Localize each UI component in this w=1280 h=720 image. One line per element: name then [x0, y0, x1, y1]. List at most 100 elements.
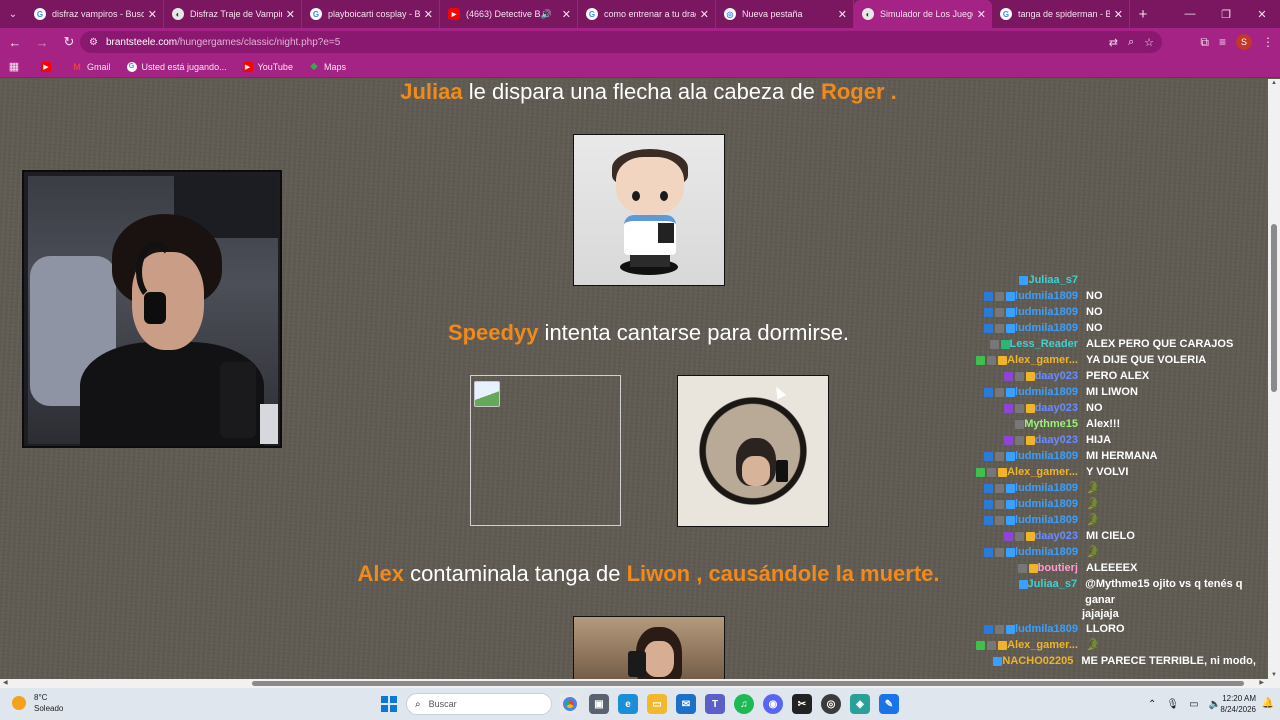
back-button[interactable]: ← — [3, 30, 27, 54]
chat-username[interactable]: Juliaa_s7 — [1028, 272, 1078, 288]
chat-username[interactable]: daay023 — [1035, 400, 1078, 416]
bookmark-star-icon[interactable]: ☆ — [1144, 36, 1154, 49]
chat-username[interactable]: ludmila1809 — [1015, 448, 1078, 464]
tab-6[interactable]: ◎ Nueva pestaña ✕ — [716, 0, 854, 28]
weather-widget[interactable]: 8°C Soleado — [12, 692, 63, 714]
volume-tray-icon[interactable]: 🔈 — [1209, 699, 1221, 710]
vertical-scrollbar[interactable]: ▲ ▼ — [1268, 79, 1280, 679]
speaker-icon[interactable]: 🔊 — [541, 9, 552, 20]
bookmark-gmail[interactable]: M Gmail — [72, 62, 110, 72]
close-tab-icon[interactable]: ✕ — [286, 8, 295, 21]
chat-username[interactable]: Alex_gamer... — [1007, 464, 1078, 480]
tab-8[interactable]: Gtanga de spiderman - Buscar ✕ — [992, 0, 1130, 28]
chat-username[interactable]: ludmila1809 — [1015, 621, 1078, 637]
site-info-icon[interactable]: ⚙ — [89, 37, 98, 48]
close-tab-icon[interactable]: ✕ — [148, 8, 157, 21]
chat-username[interactable]: Alex_gamer... — [1007, 352, 1078, 368]
horizontal-scrollbar[interactable]: ◀ ▶ — [0, 679, 1280, 688]
close-window-button[interactable]: ✕ — [1244, 0, 1280, 28]
extensions-icon[interactable]: ⧉ — [1200, 35, 1209, 50]
chat-username[interactable]: ludmila1809 — [1015, 480, 1078, 496]
close-tab-icon[interactable]: ✕ — [700, 8, 709, 21]
scroll-up-arrow-icon[interactable]: ▲ — [1270, 80, 1278, 86]
browser-toolbar: ← → ↻ ⚙ brantsteele.com/hungergames/clas… — [0, 28, 1280, 56]
bookmark-usted-esta-jugando[interactable]: G Usted está jugando... — [126, 61, 227, 72]
close-tab-icon[interactable]: ✕ — [424, 8, 433, 21]
app-taskbar-icon[interactable]: ◈ — [850, 694, 870, 714]
chat-username[interactable]: ludmila1809 — [1015, 544, 1078, 560]
scroll-left-arrow-icon[interactable]: ◀ — [3, 679, 8, 686]
mail-taskbar-icon[interactable]: ✉ — [676, 694, 696, 714]
scroll-right-arrow-icon[interactable]: ▶ — [1259, 679, 1264, 686]
chat-username[interactable]: ludmila1809 — [1015, 320, 1078, 336]
windows-start-icon[interactable] — [381, 696, 397, 712]
chat-username[interactable]: Juliaa_s7 — [1028, 576, 1078, 592]
file-explorer-taskbar-icon[interactable]: ▭ — [647, 694, 667, 714]
store-taskbar-icon[interactable]: ▣ — [589, 694, 609, 714]
address-bar[interactable]: ⚙ brantsteele.com/hungergames/classic/ni… — [80, 31, 1162, 53]
horizontal-scroll-thumb[interactable] — [252, 681, 1244, 686]
profile-avatar[interactable]: S — [1236, 34, 1252, 50]
teams-taskbar-icon[interactable]: T — [705, 694, 725, 714]
chat-message: daay023 HIJA — [964, 432, 1274, 448]
chat-badge-icon — [998, 640, 1008, 650]
tab-7[interactable]: ◐ Simulador de Los Juegos ✕ — [854, 0, 992, 28]
editor-taskbar-icon[interactable]: ✎ — [879, 694, 899, 714]
chat-username[interactable]: daay023 — [1035, 368, 1078, 384]
chat-username[interactable]: ludmila1809 — [1015, 384, 1078, 400]
scroll-down-arrow-icon[interactable]: ▼ — [1270, 672, 1278, 678]
discord-taskbar-icon[interactable]: ◉ — [763, 694, 783, 714]
bookmark-maps[interactable]: ◆ Maps — [309, 61, 346, 72]
zoom-icon[interactable]: ⌕ — [1128, 36, 1134, 49]
tab-5[interactable]: Gcomo entrenar a tu dragón ✕ — [578, 0, 716, 28]
close-tab-icon[interactable]: ✕ — [838, 8, 847, 21]
chat-username[interactable]: daay023 — [1035, 528, 1078, 544]
forward-button[interactable]: → — [30, 30, 54, 54]
tab-4[interactable]: ▶ (4663) Detective Backup🔊 ✕ — [440, 0, 578, 28]
new-tab-button[interactable]: + — [1130, 0, 1156, 28]
chat-message: Juliaa_s7 @Mythme15 ojito vs q tenés q ga… — [964, 576, 1274, 621]
close-tab-icon[interactable]: ✕ — [1114, 8, 1123, 21]
chat-username[interactable]: boutierj — [1038, 560, 1078, 576]
menu-kebab-icon[interactable]: ⋮ — [1262, 35, 1274, 49]
chat-username[interactable]: ludmila1809 — [1015, 496, 1078, 512]
tab-3[interactable]: Gplayboicarti cosplay - Buscar ✕ — [302, 0, 440, 28]
microphone-tray-icon[interactable]: 🎙 — [1166, 699, 1179, 710]
tab-2[interactable]: ◐ Disfraz Traje de Vampiro ✕ — [164, 0, 302, 28]
notification-bell-icon[interactable]: 🔔 — [1262, 698, 1274, 709]
close-tab-icon[interactable]: ✕ — [977, 8, 986, 21]
chat-username[interactable]: daay023 — [1035, 432, 1078, 448]
tab-search-button[interactable]: ⌄ — [0, 0, 26, 28]
chat-badge-icon — [976, 355, 986, 365]
chat-badge-icon — [998, 467, 1008, 477]
vertical-scroll-thumb[interactable] — [1271, 224, 1277, 392]
tab-1[interactable]: Gdisfraz vampiros - Buscar ✕ — [26, 0, 164, 28]
network-tray-icon[interactable]: ▭ — [1189, 699, 1198, 710]
bookmark-youtube[interactable]: ▶ YouTube — [242, 61, 293, 72]
reading-list-icon[interactable]: ≡ — [1219, 35, 1226, 49]
chat-message: daay023 MI CIELO — [964, 528, 1274, 544]
close-tab-icon[interactable]: ✕ — [562, 8, 571, 21]
chat-username[interactable]: ludmila1809 — [1015, 512, 1078, 528]
chat-message-text: @Mythme15 ojito vs q tenés q ganar — [1085, 578, 1243, 606]
chat-username[interactable]: Mythme15 — [1024, 416, 1078, 432]
system-clock[interactable]: 12:20 AM 8/24/2026 — [1220, 693, 1256, 715]
reload-button[interactable]: ↻ — [57, 30, 81, 54]
chrome-taskbar-icon[interactable] — [560, 694, 580, 714]
chat-username[interactable]: ludmila1809 — [1015, 288, 1078, 304]
taskbar-search[interactable]: ⌕ Buscar — [406, 693, 552, 715]
chat-username[interactable]: ludmila1809 — [1015, 304, 1078, 320]
apps-button[interactable]: ▦ — [8, 61, 25, 73]
spotify-taskbar-icon[interactable]: ♫ — [734, 694, 754, 714]
chat-username[interactable]: Less_Reader — [1010, 336, 1079, 352]
minimize-button[interactable]: — — [1172, 0, 1208, 28]
chat-username[interactable]: Alex_gamer... — [1007, 637, 1078, 653]
chat-username[interactable]: NACHO02205 — [1002, 653, 1073, 669]
bookmark-youtube-short[interactable]: ▶ — [41, 61, 56, 72]
translate-icon[interactable]: ⇄ — [1109, 36, 1118, 49]
obs-taskbar-icon[interactable]: ◎ — [821, 694, 841, 714]
capcut-taskbar-icon[interactable]: ✂ — [792, 694, 812, 714]
show-hidden-icons-chevron-icon[interactable]: ⌃ — [1148, 699, 1156, 710]
edge-taskbar-icon[interactable]: e — [618, 694, 638, 714]
maximize-button[interactable]: ❐ — [1208, 0, 1244, 28]
